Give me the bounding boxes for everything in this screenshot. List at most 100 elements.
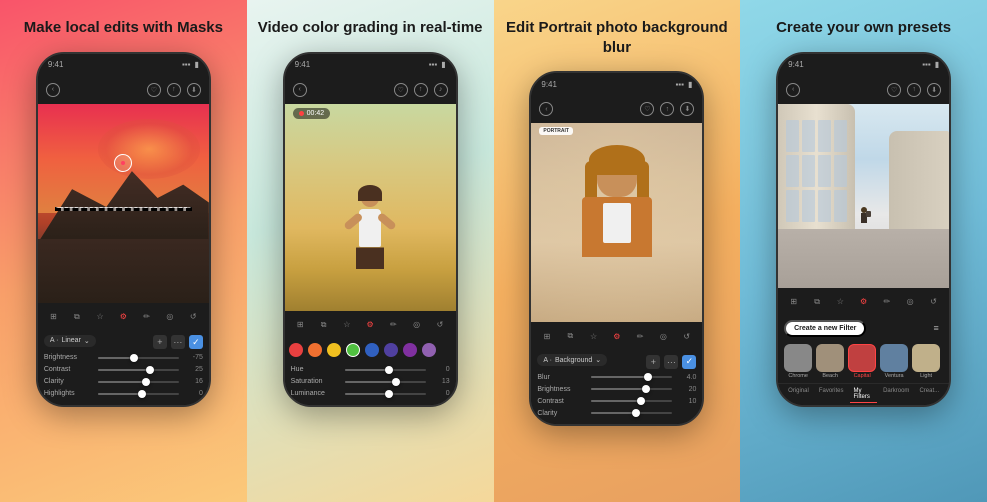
slider-thumb[interactable] xyxy=(632,409,640,417)
color-blue-mid[interactable] xyxy=(384,343,398,357)
download-btn-1[interactable]: ⬇ xyxy=(187,83,201,97)
color-yellow[interactable] xyxy=(327,343,341,357)
share-btn-3[interactable]: ↑ xyxy=(660,102,674,116)
tool-grid-2[interactable]: ⊞ xyxy=(293,318,307,332)
adj-tag-3[interactable]: A · Background ⌄ xyxy=(537,354,607,366)
back-btn-3[interactable]: ‹ xyxy=(539,102,553,116)
toolbar-1: ⊞ ⧉ ☆ ⚙ ✏ ◎ ↺ xyxy=(38,303,209,331)
slider-thumb[interactable] xyxy=(642,385,650,393)
preset-chrome[interactable]: Chrome xyxy=(784,344,812,379)
tool-history-3[interactable]: ↺ xyxy=(680,329,694,343)
tool-copy-3[interactable]: ⧉ xyxy=(563,329,577,343)
tool-copy-4[interactable]: ⧉ xyxy=(810,295,824,309)
volume-btn[interactable]: ♪ xyxy=(434,83,448,97)
share-btn-2[interactable]: ↑ xyxy=(414,83,428,97)
preset-light[interactable]: Light xyxy=(912,344,940,379)
heart-btn-1[interactable]: ♡ xyxy=(147,83,161,97)
tool-bulb-2[interactable]: ◎ xyxy=(410,318,424,332)
adj-slider-sat[interactable] xyxy=(345,377,426,387)
adj-value: -75 xyxy=(183,354,203,361)
adj-tag-1[interactable]: A · Linear ⌄ xyxy=(44,335,96,347)
tool-grid-3[interactable]: ⊞ xyxy=(540,329,554,343)
adj-confirm-btn[interactable]: ✓ xyxy=(189,335,203,349)
ground xyxy=(38,239,209,303)
tool-pen[interactable]: ✏ xyxy=(140,310,154,324)
adj-add-btn[interactable]: + xyxy=(153,335,167,349)
adj-slider-brightness-1[interactable] xyxy=(98,353,179,363)
heart-btn-4[interactable]: ♡ xyxy=(887,83,901,97)
panel-portrait: Edit Portrait photo background blur 9:41… xyxy=(494,0,741,502)
tool-star-4[interactable]: ☆ xyxy=(833,295,847,309)
share-btn-4[interactable]: ↑ xyxy=(907,83,921,97)
adj-slider-cl3[interactable] xyxy=(591,408,672,418)
tool-star-2[interactable]: ☆ xyxy=(340,318,354,332)
slider-thumb[interactable] xyxy=(637,397,645,405)
download-btn-3[interactable]: ⬇ xyxy=(680,102,694,116)
color-purple[interactable] xyxy=(403,343,417,357)
share-btn-1[interactable]: ↑ xyxy=(167,83,181,97)
presets-menu-btn[interactable]: ≡ xyxy=(929,321,943,335)
adj-confirm-btn-3[interactable]: ✓ xyxy=(682,355,696,369)
adj-slider-highlights-1[interactable] xyxy=(98,389,179,399)
slider-thumb[interactable] xyxy=(138,390,146,398)
slider-thumb[interactable] xyxy=(392,378,400,386)
adj-slider-ct3[interactable] xyxy=(591,396,672,406)
adj-menu-btn[interactable]: ··· xyxy=(171,335,185,349)
create-filter-button[interactable]: Create a new Filter xyxy=(784,320,866,337)
tool-star-3[interactable]: ☆ xyxy=(587,329,601,343)
color-orange[interactable] xyxy=(308,343,322,357)
tool-bulb-4[interactable]: ◎ xyxy=(903,295,917,309)
tool-copy[interactable]: ⧉ xyxy=(70,310,84,324)
tool-history-4[interactable]: ↺ xyxy=(926,295,940,309)
tool-history-2[interactable]: ↺ xyxy=(433,318,447,332)
preset-capital[interactable]: Capital xyxy=(848,344,876,379)
tool-bulb[interactable]: ◎ xyxy=(163,310,177,324)
adj-menu-btn-3[interactable]: ··· xyxy=(664,355,678,369)
tool-tune-3[interactable]: ⚙ xyxy=(610,329,624,343)
adj-slider-hue[interactable] xyxy=(345,365,426,375)
tab-original[interactable]: Original xyxy=(784,386,813,403)
tool-pen-3[interactable]: ✏ xyxy=(633,329,647,343)
adj-add-btn-3[interactable]: + xyxy=(646,355,660,369)
tool-tune[interactable]: ⚙ xyxy=(116,310,130,324)
tool-pen-4[interactable]: ✏ xyxy=(880,295,894,309)
tool-bulb-3[interactable]: ◎ xyxy=(656,329,670,343)
heart-btn-2[interactable]: ♡ xyxy=(394,83,408,97)
back-btn-4[interactable]: ‹ xyxy=(786,83,800,97)
back-btn-2[interactable]: ‹ xyxy=(293,83,307,97)
tab-create[interactable]: Creat... xyxy=(915,386,943,403)
slider-thumb[interactable] xyxy=(385,366,393,374)
preset-beach[interactable]: Beach xyxy=(816,344,844,379)
adj-slider-lum[interactable] xyxy=(345,389,426,399)
tool-star[interactable]: ☆ xyxy=(93,310,107,324)
tool-pen-2[interactable]: ✏ xyxy=(386,318,400,332)
tab-my-filters[interactable]: My Filters xyxy=(850,386,878,403)
slider-track xyxy=(591,400,672,402)
adj-slider-clarity-1[interactable] xyxy=(98,377,179,387)
adj-slider-contrast-1[interactable] xyxy=(98,365,179,375)
adj-slider-blur[interactable] xyxy=(591,372,672,382)
heart-btn-3[interactable]: ♡ xyxy=(640,102,654,116)
slider-thumb[interactable] xyxy=(644,373,652,381)
mask-control[interactable] xyxy=(114,154,132,172)
back-btn-1[interactable]: ‹ xyxy=(46,83,60,97)
tool-tune-4[interactable]: ⚙ xyxy=(857,295,871,309)
tool-copy-2[interactable]: ⧉ xyxy=(317,318,331,332)
slider-thumb[interactable] xyxy=(142,378,150,386)
tab-darkroom[interactable]: Darkroom xyxy=(879,386,913,403)
tool-history[interactable]: ↺ xyxy=(186,310,200,324)
tab-favorites[interactable]: Favorites xyxy=(815,386,848,403)
slider-thumb[interactable] xyxy=(130,354,138,362)
color-red[interactable] xyxy=(289,343,303,357)
slider-thumb[interactable] xyxy=(146,366,154,374)
slider-thumb[interactable] xyxy=(385,390,393,398)
adj-slider-br3[interactable] xyxy=(591,384,672,394)
tool-tune-2[interactable]: ⚙ xyxy=(363,318,377,332)
color-green[interactable] xyxy=(346,343,360,357)
color-violet[interactable] xyxy=(422,343,436,357)
download-btn-4[interactable]: ⬇ xyxy=(927,83,941,97)
tool-grid-4[interactable]: ⊞ xyxy=(787,295,801,309)
color-blue-dark[interactable] xyxy=(365,343,379,357)
tool-grid[interactable]: ⊞ xyxy=(47,310,61,324)
preset-ventura[interactable]: Ventura xyxy=(880,344,908,379)
